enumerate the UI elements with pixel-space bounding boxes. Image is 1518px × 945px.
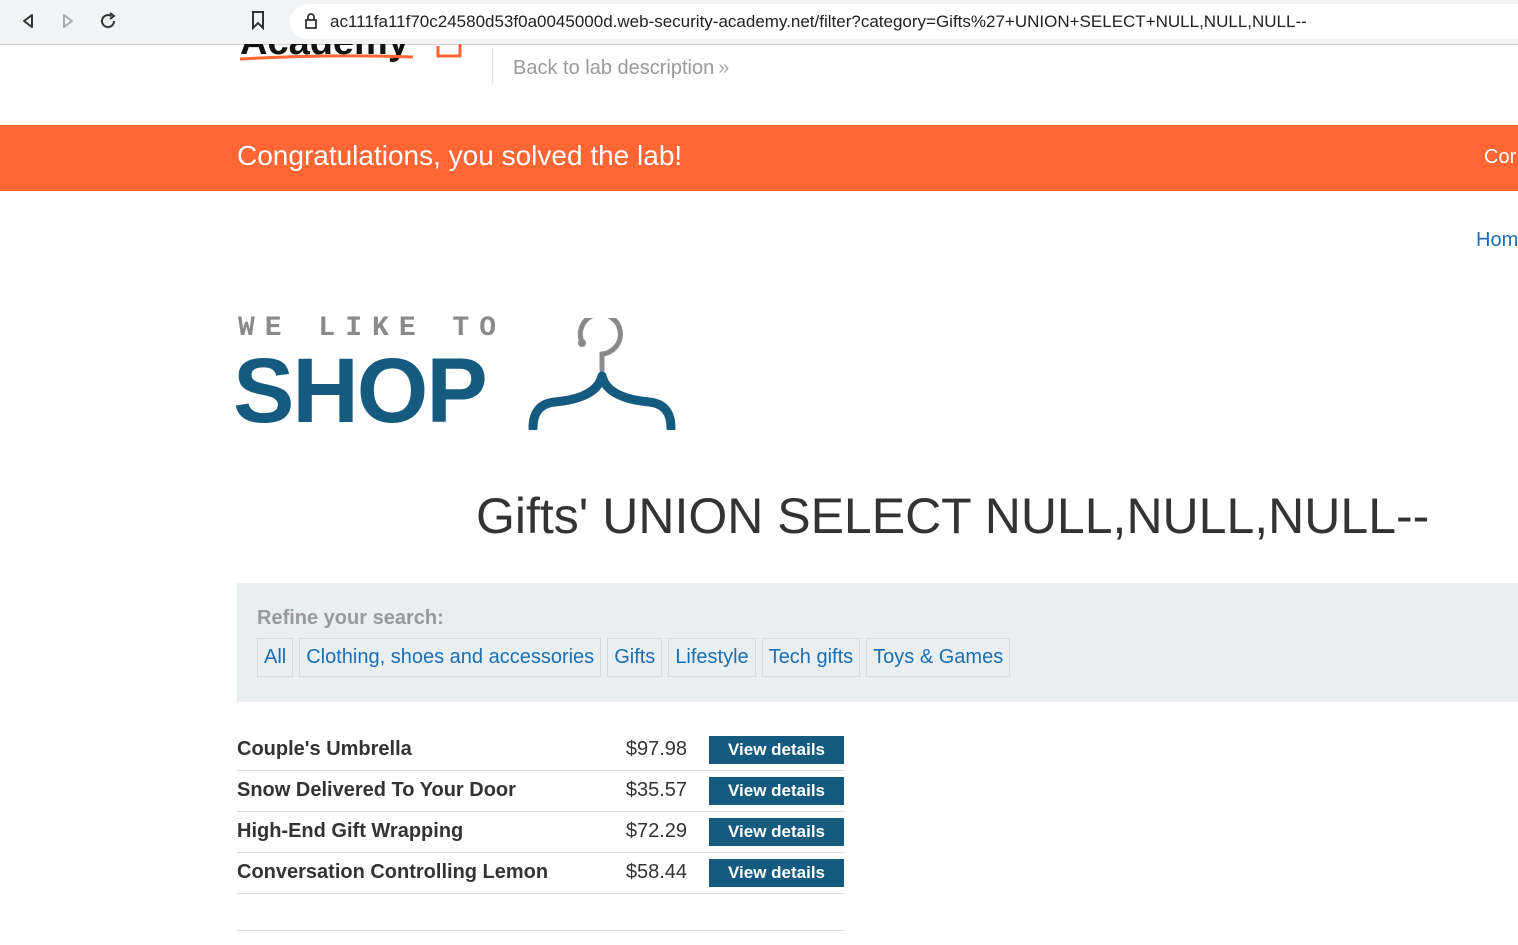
double-chevron-right-icon: » [718, 57, 730, 79]
shop-logo-word: SHOP [233, 340, 488, 442]
lock-icon[interactable] [304, 12, 318, 35]
address-bar[interactable]: ac111fa11f70c24580d53f0a0045000d.web-sec… [290, 4, 1518, 39]
forward-arrow-icon[interactable] [55, 8, 81, 34]
bookmark-icon[interactable] [250, 10, 266, 35]
banner-right-text[interactable]: Cor [1484, 146, 1516, 169]
product-table: Couple's Umbrella $97.98 View details Sn… [237, 730, 844, 894]
academy-logo[interactable]: Academy [238, 44, 468, 64]
product-price: $72.29 [625, 820, 687, 842]
product-name: High-End Gift Wrapping [237, 820, 464, 842]
reload-icon[interactable] [95, 8, 121, 34]
refine-label: Refine your search: [257, 607, 444, 629]
product-name: Conversation Controlling Lemon [237, 861, 549, 883]
svg-text:Academy: Academy [240, 44, 409, 63]
product-name: Snow Delivered To Your Door [237, 779, 516, 801]
product-row: Snow Delivered To Your Door $35.57 View … [237, 771, 844, 812]
product-name: Couple's Umbrella [237, 738, 412, 760]
filter-panel: Refine your search: All Clothing, shoes … [237, 583, 1518, 702]
home-link[interactable]: Hom [1476, 229, 1518, 252]
back-link-label: Back to lab description [513, 57, 715, 79]
product-row: Conversation Controlling Lemon $58.44 Vi… [237, 853, 844, 894]
view-details-button[interactable]: View details [709, 818, 844, 846]
filter-lifestyle[interactable]: Lifestyle [668, 638, 756, 677]
back-arrow-icon[interactable] [15, 8, 41, 34]
back-to-lab-link[interactable]: Back to lab description» [513, 57, 729, 80]
product-price: $35.57 [625, 779, 687, 801]
filter-tech-gifts[interactable]: Tech gifts [761, 638, 861, 677]
product-row: Couple's Umbrella $97.98 View details [237, 730, 844, 771]
product-row: High-End Gift Wrapping $72.29 View detai… [237, 812, 844, 853]
view-details-button[interactable]: View details [709, 777, 844, 805]
filter-gifts[interactable]: Gifts [607, 638, 663, 677]
banner-message: Congratulations, you solved the lab! [237, 140, 683, 171]
filter-toys-games[interactable]: Toys & Games [866, 638, 1011, 677]
congratulations-banner: Congratulations, you solved the lab! Cor [0, 125, 1518, 191]
page-title: Gifts' UNION SELECT NULL,NULL,NULL-- [476, 488, 1430, 544]
filter-all[interactable]: All [257, 638, 294, 677]
product-price: $97.98 [625, 738, 687, 760]
view-details-button[interactable]: View details [709, 859, 844, 887]
header-divider [492, 48, 493, 84]
hanger-icon [527, 311, 677, 435]
divider [237, 930, 844, 931]
category-filters: All Clothing, shoes and accessories Gift… [257, 638, 1011, 677]
product-price: $58.44 [625, 861, 687, 883]
view-details-button[interactable]: View details [709, 736, 844, 764]
url-text[interactable]: ac111fa11f70c24580d53f0a0045000d.web-sec… [330, 12, 1307, 32]
filter-clothing[interactable]: Clothing, shoes and accessories [299, 638, 602, 677]
browser-toolbar: ac111fa11f70c24580d53f0a0045000d.web-sec… [0, 0, 1518, 45]
